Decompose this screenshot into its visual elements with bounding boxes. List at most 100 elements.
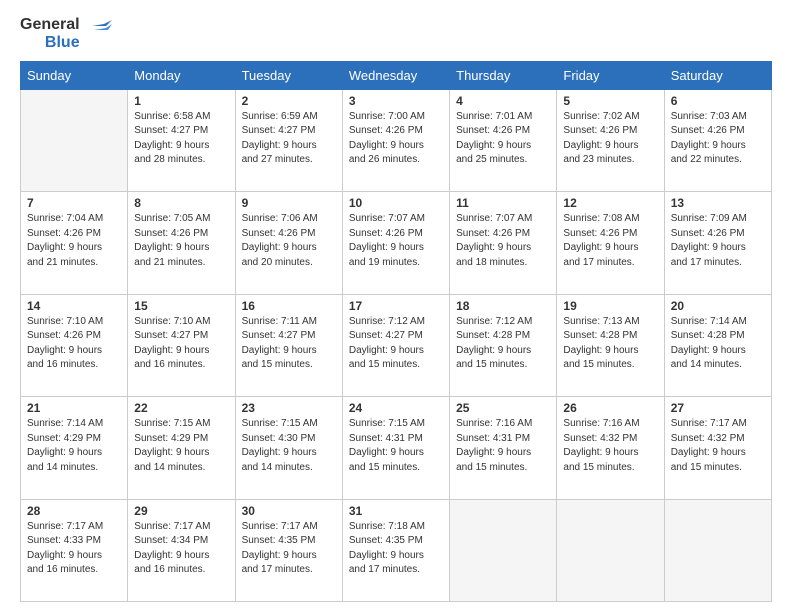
day-number: 20 [671,299,765,313]
day-number: 1 [134,94,228,108]
day-header: Tuesday [235,61,342,89]
calendar-cell: 4 Sunrise: 7:01 AMSunset: 4:26 PMDaylight… [450,89,557,191]
day-header: Friday [557,61,664,89]
day-info: Sunrise: 7:02 AMSunset: 4:26 PMDaylight:… [563,110,657,168]
day-info: Sunrise: 7:07 AMSunset: 4:26 PMDaylight:… [456,212,550,270]
day-number: 6 [671,94,765,108]
calendar-cell: 30 Sunrise: 7:17 AMSunset: 4:35 PMDayligh… [235,499,342,601]
header: General Blue [20,16,772,53]
calendar-cell: 21 Sunrise: 7:14 AMSunset: 4:29 PMDayligh… [21,397,128,499]
day-info: Sunrise: 7:00 AMSunset: 4:26 PMDaylight:… [349,110,443,168]
calendar-cell: 11 Sunrise: 7:07 AMSunset: 4:26 PMDayligh… [450,192,557,294]
day-number: 11 [456,196,550,210]
day-number: 3 [349,94,443,108]
calendar-cell: 9 Sunrise: 7:06 AMSunset: 4:26 PMDaylight… [235,192,342,294]
calendar-cell: 6Sunrise: 7:03 AMSunset: 4:26 PMDaylight… [664,89,771,191]
day-number: 16 [242,299,336,313]
week-row: 7Sunrise: 7:04 AMSunset: 4:26 PMDaylight… [21,192,772,294]
day-info: Sunrise: 7:16 AMSunset: 4:31 PMDaylight:… [456,417,550,475]
day-info: Sunrise: 7:12 AMSunset: 4:28 PMDaylight:… [456,315,550,373]
day-header: Sunday [21,61,128,89]
day-number: 7 [27,196,121,210]
week-row: 28 Sunrise: 7:17 AMSunset: 4:33 PMDayligh… [21,499,772,601]
day-info: Sunrise: 6:58 AMSunset: 4:27 PMDaylight:… [134,110,228,168]
calendar-cell: 3 Sunrise: 7:00 AMSunset: 4:26 PMDaylight… [342,89,449,191]
calendar-cell: 10Sunrise: 7:07 AMSunset: 4:26 PMDayligh… [342,192,449,294]
day-info: Sunrise: 7:15 AMSunset: 4:31 PMDaylight:… [349,417,443,475]
day-number: 12 [563,196,657,210]
week-row: 21 Sunrise: 7:14 AMSunset: 4:29 PMDayligh… [21,397,772,499]
day-number: 17 [349,299,443,313]
day-number: 2 [242,94,336,108]
calendar-cell: 13 Sunrise: 7:09 AMSunset: 4:26 PMDayligh… [664,192,771,294]
day-number: 23 [242,401,336,415]
day-info: Sunrise: 7:10 AMSunset: 4:26 PMDaylight:… [27,315,121,373]
calendar-cell: 5 Sunrise: 7:02 AMSunset: 4:26 PMDaylight… [557,89,664,191]
calendar-cell [21,89,128,191]
calendar-cell: 17 Sunrise: 7:12 AMSunset: 4:27 PMDayligh… [342,294,449,396]
day-info: Sunrise: 7:15 AMSunset: 4:30 PMDaylight:… [242,417,336,475]
calendar-cell: 23 Sunrise: 7:15 AMSunset: 4:30 PMDayligh… [235,397,342,499]
calendar-cell: 15Sunrise: 7:10 AMSunset: 4:27 PMDayligh… [128,294,235,396]
day-number: 24 [349,401,443,415]
calendar-cell: 25 Sunrise: 7:16 AMSunset: 4:31 PMDayligh… [450,397,557,499]
day-info: Sunrise: 7:17 AMSunset: 4:34 PMDaylight:… [134,520,228,578]
day-header: Wednesday [342,61,449,89]
day-info: Sunrise: 7:05 AMSunset: 4:26 PMDaylight:… [134,212,228,270]
day-info: Sunrise: 7:17 AMSunset: 4:35 PMDaylight:… [242,520,336,578]
day-info: Sunrise: 7:15 AMSunset: 4:29 PMDaylight:… [134,417,228,475]
calendar-cell: 26Sunrise: 7:16 AMSunset: 4:32 PMDayligh… [557,397,664,499]
calendar-cell: 22Sunrise: 7:15 AMSunset: 4:29 PMDayligh… [128,397,235,499]
day-number: 9 [242,196,336,210]
day-number: 13 [671,196,765,210]
day-number: 14 [27,299,121,313]
calendar-cell: 12Sunrise: 7:08 AMSunset: 4:26 PMDayligh… [557,192,664,294]
week-row: 14 Sunrise: 7:10 AMSunset: 4:26 PMDayligh… [21,294,772,396]
calendar-cell: 27 Sunrise: 7:17 AMSunset: 4:32 PMDayligh… [664,397,771,499]
calendar-cell: 24 Sunrise: 7:15 AMSunset: 4:31 PMDayligh… [342,397,449,499]
calendar-cell: 2 Sunrise: 6:59 AMSunset: 4:27 PMDaylight… [235,89,342,191]
calendar-cell: 28 Sunrise: 7:17 AMSunset: 4:33 PMDayligh… [21,499,128,601]
calendar-cell: 16Sunrise: 7:11 AMSunset: 4:27 PMDayligh… [235,294,342,396]
day-number: 5 [563,94,657,108]
day-info: Sunrise: 7:17 AMSunset: 4:33 PMDaylight:… [27,520,121,578]
calendar-cell: 8Sunrise: 7:05 AMSunset: 4:26 PMDaylight… [128,192,235,294]
day-number: 27 [671,401,765,415]
day-header: Thursday [450,61,557,89]
day-number: 25 [456,401,550,415]
calendar-cell: 31 Sunrise: 7:18 AMSunset: 4:35 PMDayligh… [342,499,449,601]
day-info: Sunrise: 7:14 AMSunset: 4:29 PMDaylight:… [27,417,121,475]
logo: General Blue [20,16,112,53]
day-info: Sunrise: 7:17 AMSunset: 4:32 PMDaylight:… [671,417,765,475]
day-info: Sunrise: 7:09 AMSunset: 4:26 PMDaylight:… [671,212,765,270]
header-row: SundayMondayTuesdayWednesdayThursdayFrid… [21,61,772,89]
day-number: 4 [456,94,550,108]
calendar-cell [664,499,771,601]
logo-text: General Blue [20,16,112,53]
day-number: 26 [563,401,657,415]
logo-bird-icon [84,20,112,48]
day-info: Sunrise: 6:59 AMSunset: 4:27 PMDaylight:… [242,110,336,168]
day-info: Sunrise: 7:14 AMSunset: 4:28 PMDaylight:… [671,315,765,373]
day-number: 19 [563,299,657,313]
page: General Blue SundayMondayTuesdayWednesda… [0,0,792,612]
day-number: 29 [134,504,228,518]
day-info: Sunrise: 7:13 AMSunset: 4:28 PMDaylight:… [563,315,657,373]
calendar-cell: 19 Sunrise: 7:13 AMSunset: 4:28 PMDayligh… [557,294,664,396]
day-header: Saturday [664,61,771,89]
week-row: 1 Sunrise: 6:58 AMSunset: 4:27 PMDaylight… [21,89,772,191]
calendar-cell: 29 Sunrise: 7:17 AMSunset: 4:34 PMDayligh… [128,499,235,601]
day-info: Sunrise: 7:01 AMSunset: 4:26 PMDaylight:… [456,110,550,168]
day-number: 30 [242,504,336,518]
calendar: SundayMondayTuesdayWednesdayThursdayFrid… [20,61,772,602]
day-info: Sunrise: 7:10 AMSunset: 4:27 PMDaylight:… [134,315,228,373]
day-header: Monday [128,61,235,89]
day-info: Sunrise: 7:07 AMSunset: 4:26 PMDaylight:… [349,212,443,270]
day-number: 28 [27,504,121,518]
day-number: 31 [349,504,443,518]
calendar-cell: 20 Sunrise: 7:14 AMSunset: 4:28 PMDayligh… [664,294,771,396]
day-info: Sunrise: 7:06 AMSunset: 4:26 PMDaylight:… [242,212,336,270]
day-info: Sunrise: 7:18 AMSunset: 4:35 PMDaylight:… [349,520,443,578]
day-info: Sunrise: 7:12 AMSunset: 4:27 PMDaylight:… [349,315,443,373]
day-number: 21 [27,401,121,415]
